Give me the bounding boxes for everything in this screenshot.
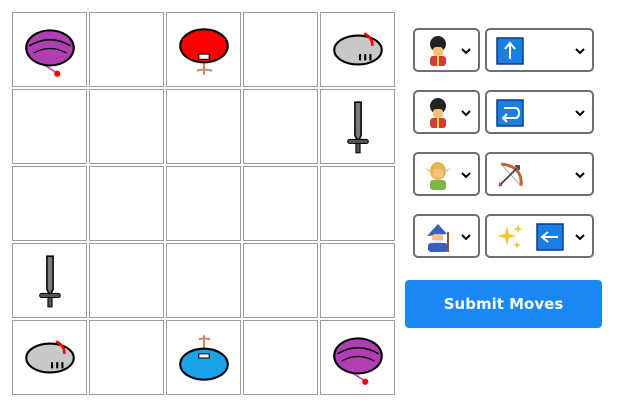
- board-cell[interactable]: [320, 89, 395, 164]
- chevron-down-icon: [460, 167, 472, 181]
- board-cell[interactable]: [243, 166, 318, 241]
- move-row: [413, 214, 594, 258]
- chevron-down-icon: [574, 167, 586, 181]
- move-row: [413, 152, 594, 196]
- submit-moves-button[interactable]: Submit Moves: [405, 280, 602, 328]
- elf-emoji-icon: [423, 160, 453, 190]
- board-cell[interactable]: [320, 243, 395, 318]
- chevron-down-icon: [460, 105, 472, 119]
- board-cell[interactable]: [12, 243, 87, 318]
- purple-hat-icon: [19, 19, 81, 81]
- blue-helmet-icon: [173, 327, 235, 389]
- board-cell[interactable]: [166, 89, 241, 164]
- action-select[interactable]: [485, 28, 594, 72]
- return-arrow-icon: [495, 98, 525, 128]
- chevron-down-icon: [574, 43, 586, 57]
- board-cell[interactable]: [166, 166, 241, 241]
- board-cell[interactable]: [243, 89, 318, 164]
- action-select[interactable]: [485, 152, 594, 196]
- sword-icon: [327, 96, 389, 158]
- board-cell[interactable]: [166, 12, 241, 87]
- sparkles-icon: [495, 222, 525, 252]
- board-cell[interactable]: [89, 89, 164, 164]
- unit-select[interactable]: [413, 214, 480, 258]
- red-helmet-icon: [173, 19, 235, 81]
- chevron-down-icon: [574, 105, 586, 119]
- board-cell[interactable]: [89, 166, 164, 241]
- board-cell[interactable]: [320, 12, 395, 87]
- chevron-down-icon: [460, 43, 472, 57]
- board-cell[interactable]: [243, 243, 318, 318]
- grey-helmet-icon: [327, 19, 389, 81]
- grey-helmet-icon: [19, 327, 81, 389]
- guard-emoji-icon: [423, 98, 453, 128]
- mage-emoji-icon: [423, 222, 453, 252]
- unit-select[interactable]: [413, 152, 480, 196]
- board-cell[interactable]: [320, 166, 395, 241]
- chevron-down-icon: [574, 229, 586, 243]
- board-cell[interactable]: [89, 243, 164, 318]
- board-cell[interactable]: [320, 320, 395, 395]
- board-cell[interactable]: [89, 12, 164, 87]
- board-cell[interactable]: [243, 12, 318, 87]
- unit-select[interactable]: [413, 28, 480, 72]
- up-arrow-icon: [495, 36, 525, 66]
- game-board: [12, 12, 395, 395]
- board-cell[interactable]: [12, 12, 87, 87]
- move-row: [413, 90, 594, 134]
- board-cell[interactable]: [166, 243, 241, 318]
- purple-hat-icon: [327, 327, 389, 389]
- board-cell[interactable]: [166, 320, 241, 395]
- board-cell[interactable]: [243, 320, 318, 395]
- sword-icon: [19, 250, 81, 312]
- board-cell[interactable]: [89, 320, 164, 395]
- action-select[interactable]: [485, 90, 594, 134]
- chevron-down-icon: [460, 229, 472, 243]
- left-arrow-icon: [535, 222, 565, 252]
- guard-emoji-icon: [423, 36, 453, 66]
- unit-select[interactable]: [413, 90, 480, 134]
- board-cell[interactable]: [12, 89, 87, 164]
- board-cell[interactable]: [12, 166, 87, 241]
- board-cell[interactable]: [12, 320, 87, 395]
- move-row: [413, 28, 594, 72]
- action-select[interactable]: [485, 214, 594, 258]
- bow-and-arrow-icon: [495, 160, 525, 190]
